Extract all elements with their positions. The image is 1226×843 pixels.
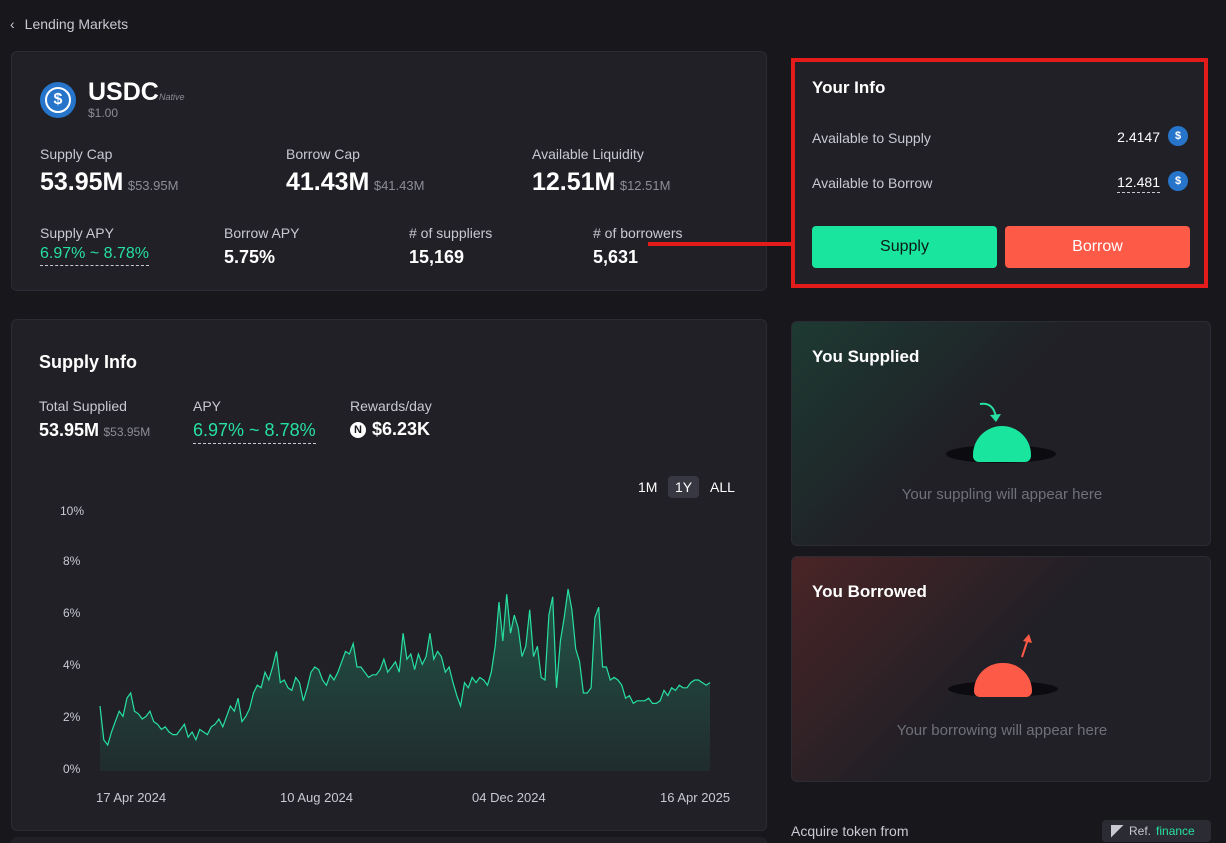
supply-arrow-icon xyxy=(979,402,1001,422)
you-borrowed-title: You Borrowed xyxy=(812,582,927,601)
total-supplied-stat: 53.95M $53.95M xyxy=(39,420,150,441)
available-borrow-value[interactable]: 12.481 xyxy=(1117,174,1160,193)
breadcrumb-label: Lending Markets xyxy=(24,16,129,32)
x-tick-label: 10 Aug 2024 xyxy=(280,790,354,805)
reward-token-icon: N xyxy=(350,421,366,438)
borrow-arrow-icon xyxy=(1021,634,1032,658)
borrow-cap-usd: $41.43M xyxy=(373,178,425,193)
borrow-cap-value: 41.43M xyxy=(286,168,370,196)
liquidity-usd: $12.51M xyxy=(619,178,671,193)
your-info-card: Your Info Available to Supply 2.4147 $ A… xyxy=(791,58,1208,288)
supply-cap-value: 53.95M xyxy=(40,168,124,196)
ref-partner-name: Ref. xyxy=(1129,824,1152,838)
apy-label: APY xyxy=(193,398,222,414)
x-tick-label: 17 Apr 2024 xyxy=(96,790,167,805)
available-borrow-label: Available to Borrow xyxy=(812,175,933,191)
range-tab-1m[interactable]: 1M xyxy=(632,476,663,498)
y-tick-label: 4% xyxy=(63,658,81,672)
liquidity-value: 12.51M xyxy=(532,168,616,196)
borrow-cap-stat: 41.43M $41.43M xyxy=(286,168,424,197)
y-tick-label: 0% xyxy=(63,762,81,776)
supply-cap-usd: $53.95M xyxy=(127,178,179,193)
token-tag: Native xyxy=(159,92,185,102)
liquidity-stat: 12.51M $12.51M xyxy=(532,168,670,197)
supply-cap-label: Supply Cap xyxy=(40,146,113,162)
rewards-stat: N $6.23K xyxy=(350,419,430,440)
supply-coin-icon xyxy=(973,426,1031,462)
y-tick-label: 2% xyxy=(63,710,81,724)
apy-value[interactable]: 6.97% ~ 8.78% xyxy=(193,420,316,444)
total-supplied-value: 53.95M xyxy=(39,420,100,440)
rewards-value: $6.23K xyxy=(372,419,431,439)
you-supplied-empty-text: Your suppling will appear here xyxy=(901,486,1103,503)
range-tab-all[interactable]: ALL xyxy=(704,476,741,498)
available-supply-value: 2.4147 xyxy=(1117,129,1160,145)
usdc-coin-icon: $ xyxy=(1168,126,1188,146)
borrow-apy-label: Borrow APY xyxy=(224,225,300,241)
y-tick-label: 8% xyxy=(63,554,81,568)
you-supplied-title: You Supplied xyxy=(812,347,920,366)
x-tick-label: 16 Apr 2025 xyxy=(660,790,731,805)
usdc-coin-icon: $ xyxy=(1168,171,1188,191)
supply-info-card: Supply Info Total Supplied 53.95M $53.95… xyxy=(11,319,767,831)
supply-apy-value[interactable]: 6.97% ~ 8.78% xyxy=(40,245,149,266)
you-supplied-card: You Supplied Your suppling will appear h… xyxy=(791,321,1211,546)
supply-apy-chart xyxy=(99,588,711,771)
borrowers-value: 5,631 xyxy=(593,247,639,267)
available-supply-label: Available to Supply xyxy=(812,130,931,146)
borrow-apy-value: 5.75% xyxy=(224,247,276,267)
borrow-coin-icon xyxy=(974,663,1032,697)
chevron-left-icon: ‹ xyxy=(10,16,15,32)
you-borrowed-card: You Borrowed Your borrowing will appear … xyxy=(791,556,1211,782)
rewards-label: Rewards/day xyxy=(350,398,432,414)
supply-apy-label: Supply APY xyxy=(40,225,114,241)
supply-info-title: Supply Info xyxy=(39,352,137,372)
breadcrumb[interactable]: ‹ Lending Markets xyxy=(10,16,128,32)
token-price: $1.00 xyxy=(88,106,119,120)
supply-button[interactable]: Supply xyxy=(812,226,997,268)
ref-finance-logo-icon xyxy=(1111,824,1124,838)
ref-partner-suffix: finance xyxy=(1156,824,1195,838)
next-card-edge xyxy=(11,837,767,843)
x-tick-label: 04 Dec 2024 xyxy=(472,790,546,805)
you-borrowed-empty-text: Your borrowing will appear here xyxy=(896,722,1108,739)
total-supplied-usd: $53.95M xyxy=(103,425,151,439)
usdc-coin-icon: $ xyxy=(40,82,76,118)
borrow-button[interactable]: Borrow xyxy=(1005,226,1190,268)
y-tick-label: 6% xyxy=(63,606,81,620)
y-tick-label: 10% xyxy=(60,504,85,518)
supply-cap-stat: 53.95M $53.95M xyxy=(40,168,178,197)
acquire-label: Acquire token from xyxy=(791,823,909,839)
ref-finance-link[interactable]: Ref. finance xyxy=(1102,820,1211,842)
borrow-cap-label: Borrow Cap xyxy=(286,146,360,162)
suppliers-value: 15,169 xyxy=(409,247,465,267)
your-info-title: Your Info xyxy=(812,78,886,97)
liquidity-label: Available Liquidity xyxy=(532,146,644,162)
range-tab-1y[interactable]: 1Y xyxy=(668,476,700,498)
token-symbol: USDC xyxy=(88,78,159,106)
total-supplied-label: Total Supplied xyxy=(39,398,127,414)
suppliers-label: # of suppliers xyxy=(409,225,493,241)
